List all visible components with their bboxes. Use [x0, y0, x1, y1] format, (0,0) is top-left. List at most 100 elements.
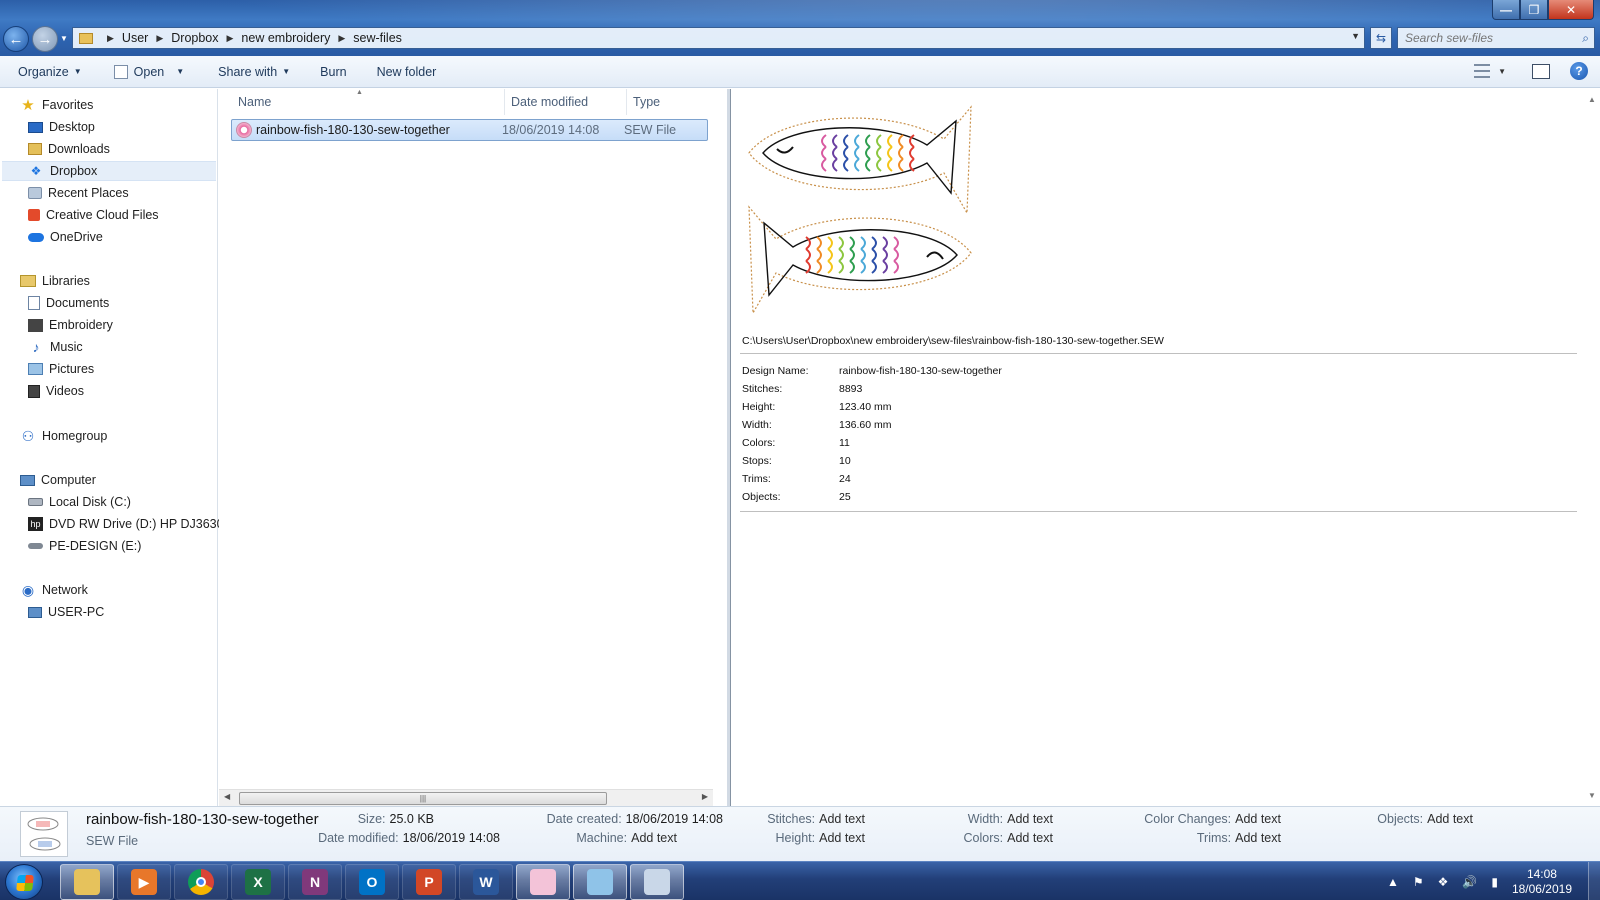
taskbar-app-powerpoint[interactable]: P: [402, 864, 456, 900]
taskbar-app-embroidery-app[interactable]: [516, 864, 570, 900]
burn-button[interactable]: Burn: [320, 65, 346, 79]
show-hidden-icons[interactable]: ▲: [1387, 875, 1399, 889]
forward-button[interactable]: →: [32, 26, 58, 52]
close-button[interactable]: ✕: [1548, 0, 1594, 20]
network-signal-icon[interactable]: ▮: [1491, 875, 1498, 889]
address-dropdown-icon[interactable]: ▼: [1351, 31, 1360, 41]
back-button[interactable]: ←: [3, 26, 29, 52]
action-center-flag-icon[interactable]: ⚑: [1413, 875, 1424, 889]
show-desktop-button[interactable]: [1588, 862, 1600, 900]
clock[interactable]: 14:08 18/06/2019: [1512, 867, 1572, 897]
details-color-changes[interactable]: Color Changes: Add text: [1144, 812, 1281, 826]
nav-libraries[interactable]: Libraries: [20, 271, 90, 291]
taskbar-app-chrome[interactable]: [174, 864, 228, 900]
details-value[interactable]: Add text: [1007, 812, 1053, 826]
search-input[interactable]: [1398, 28, 1568, 48]
column-divider[interactable]: [626, 89, 627, 115]
nav-item-downloads[interactable]: Downloads: [28, 139, 110, 159]
details-colors[interactable]: Colors: Add text: [964, 831, 1053, 845]
open-button[interactable]: Open ▼: [113, 64, 184, 79]
nav-item-recent-places[interactable]: Recent Places: [28, 183, 129, 203]
minimize-button[interactable]: —: [1492, 0, 1520, 20]
breadcrumb-user[interactable]: User: [122, 31, 148, 45]
details-machine[interactable]: Machine: Add text: [576, 831, 677, 845]
details-key: Color Changes:: [1144, 812, 1232, 826]
preview-pane-button[interactable]: [1532, 63, 1550, 79]
nav-item-desktop[interactable]: Desktop: [28, 117, 95, 137]
nav-item-pe-design[interactable]: PE-DESIGN (E:): [28, 536, 141, 556]
nav-item-dropbox[interactable]: ❖ Dropbox: [2, 161, 216, 181]
nav-homegroup[interactable]: ⚇ Homegroup: [20, 426, 108, 446]
arrow-left-icon: ←: [8, 30, 24, 48]
nav-network[interactable]: ◉ Network: [20, 580, 88, 600]
search-box[interactable]: ⌕: [1397, 27, 1595, 49]
volume-icon[interactable]: 🔊: [1462, 875, 1477, 889]
column-header-type[interactable]: Type: [633, 89, 703, 115]
nav-item-pictures[interactable]: Pictures: [28, 359, 94, 379]
nav-item-embroidery[interactable]: Embroidery: [28, 315, 113, 335]
media-player-icon: ▶: [131, 869, 157, 895]
details-value[interactable]: Add text: [1235, 831, 1281, 845]
column-divider[interactable]: [504, 89, 505, 115]
column-header-name[interactable]: Name: [238, 89, 490, 115]
details-trims[interactable]: Trims: Add text: [1197, 831, 1281, 845]
refresh-button[interactable]: ⇆: [1370, 27, 1392, 49]
chevron-right-icon[interactable]: ▶: [227, 33, 234, 44]
scale-arc: [827, 248, 833, 262]
nav-item-user-pc[interactable]: USER-PC: [28, 602, 104, 622]
taskbar-app-word[interactable]: W: [459, 864, 513, 900]
taskbar-app-onenote[interactable]: N: [288, 864, 342, 900]
details-value[interactable]: Add text: [1427, 812, 1473, 826]
details-value[interactable]: Add text: [819, 831, 865, 845]
nav-item-dvd-drive[interactable]: hp DVD RW Drive (D:) HP DJ3630: [28, 514, 224, 534]
details-value[interactable]: Add text: [631, 831, 677, 845]
search-icon[interactable]: ⌕: [1582, 31, 1589, 46]
taskbar-app-media-player[interactable]: ▶: [117, 864, 171, 900]
scroll-up-icon[interactable]: ▲: [1588, 95, 1596, 104]
vertical-scrollbar[interactable]: ▲ ▼: [1584, 89, 1600, 806]
maximize-button[interactable]: ❐: [1520, 0, 1548, 20]
chevron-right-icon[interactable]: ▶: [107, 33, 114, 44]
scrollbar-thumb[interactable]: |||: [239, 792, 607, 805]
details-value[interactable]: Add text: [1007, 831, 1053, 845]
scroll-right-icon[interactable]: ▶: [702, 792, 708, 801]
change-view-button[interactable]: ▼: [1474, 64, 1506, 78]
details-height[interactable]: Height: Add text: [776, 831, 865, 845]
help-button[interactable]: ?: [1570, 62, 1588, 80]
details-objects[interactable]: Objects: Add text: [1377, 812, 1473, 826]
taskbar-app-outlook[interactable]: O: [345, 864, 399, 900]
dropbox-tray-icon[interactable]: ❖: [1438, 875, 1449, 889]
chevron-right-icon[interactable]: ▶: [156, 33, 163, 44]
start-button[interactable]: [5, 864, 43, 900]
nav-computer[interactable]: Computer: [20, 470, 96, 490]
taskbar-app-notepad[interactable]: [573, 864, 627, 900]
nav-favorites[interactable]: ★ Favorites: [20, 95, 93, 115]
details-value[interactable]: Add text: [1235, 812, 1281, 826]
share-with-button[interactable]: Share with ▼: [218, 65, 290, 79]
horizontal-scrollbar[interactable]: ◀ ||| ▶: [219, 789, 713, 806]
nav-item-creative-cloud[interactable]: Creative Cloud Files: [28, 205, 159, 225]
nav-item-music[interactable]: ♪ Music: [28, 337, 83, 357]
breadcrumb-sew-files[interactable]: sew-files: [353, 31, 402, 45]
breadcrumb-new-embroidery[interactable]: new embroidery: [241, 31, 330, 45]
new-folder-button[interactable]: New folder: [377, 65, 437, 79]
organize-button[interactable]: Organize ▼: [18, 65, 82, 79]
nav-item-local-disk[interactable]: Local Disk (C:): [28, 492, 131, 512]
taskbar-app-excel[interactable]: X: [231, 864, 285, 900]
taskbar-app-explorer[interactable]: [60, 864, 114, 900]
file-row-selected[interactable]: rainbow-fish-180-130-sew-together 18/06/…: [231, 119, 708, 141]
taskbar-app-paint[interactable]: [630, 864, 684, 900]
breadcrumb-dropbox[interactable]: Dropbox: [171, 31, 218, 45]
details-value[interactable]: Add text: [819, 812, 865, 826]
chevron-right-icon[interactable]: ▶: [338, 33, 345, 44]
nav-item-onedrive[interactable]: OneDrive: [28, 227, 103, 247]
address-bar[interactable]: ▶ User ▶ Dropbox ▶ new embroidery ▶ sew-…: [72, 27, 1365, 49]
scroll-left-icon[interactable]: ◀: [224, 792, 230, 801]
nav-item-videos[interactable]: Videos: [28, 381, 84, 401]
details-width[interactable]: Width: Add text: [968, 812, 1053, 826]
recent-pages-dropdown[interactable]: ▼: [60, 34, 68, 43]
scroll-down-icon[interactable]: ▼: [1588, 791, 1596, 800]
column-header-date-modified[interactable]: Date modified: [511, 89, 621, 115]
nav-item-documents[interactable]: Documents: [28, 293, 109, 313]
details-stitches[interactable]: Stitches: Add text: [767, 812, 865, 826]
